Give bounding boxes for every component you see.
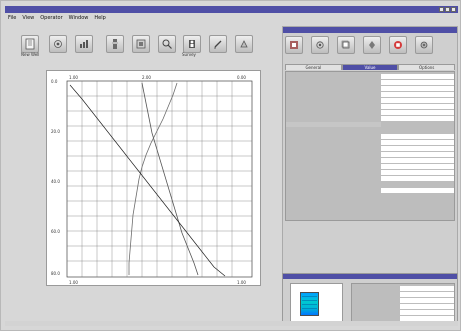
- window-controls: [439, 7, 456, 12]
- prop-row-4: [286, 98, 454, 103]
- tool-icon: [112, 39, 118, 49]
- y-label-4: 80.0: [51, 271, 60, 276]
- tool-button[interactable]: [106, 35, 124, 53]
- bottom-right-axis-label: 1.00: [237, 280, 246, 285]
- prop-row-8: [286, 122, 454, 127]
- preview-lines: [302, 296, 317, 312]
- settings-icon: [316, 41, 324, 49]
- preview-area: [290, 283, 343, 322]
- y-label-3: 60.0: [51, 229, 60, 234]
- menu-bar: File View Operator Window Help: [5, 14, 458, 22]
- prop-row-0: [286, 74, 454, 79]
- survey-label: Survey: [182, 52, 196, 57]
- pin-icon: [369, 41, 375, 49]
- gear-button[interactable]: [415, 36, 433, 54]
- preview-row-4: [352, 310, 454, 315]
- prop-row-9: [286, 134, 454, 139]
- zoom-icon: [136, 39, 146, 49]
- prop-row-17: [286, 188, 454, 193]
- gear-icon: [420, 41, 428, 49]
- magnify-icon: [162, 39, 172, 49]
- chart-icon: [80, 40, 88, 48]
- minimize-button[interactable]: [439, 7, 444, 12]
- copy-button[interactable]: [337, 36, 355, 54]
- settings-button[interactable]: [311, 36, 329, 54]
- survey-icon: [189, 40, 195, 48]
- menu-operator[interactable]: Operator: [40, 15, 62, 21]
- magnify-button[interactable]: [158, 35, 176, 53]
- preview-titlebar: [283, 274, 457, 279]
- properties-button[interactable]: [285, 36, 303, 54]
- prop-row-3: [286, 92, 454, 97]
- new-well-label: New Well: [21, 52, 40, 57]
- prop-row-15: [286, 170, 454, 175]
- chart-button[interactable]: [75, 35, 93, 53]
- menu-file[interactable]: File: [8, 15, 16, 21]
- maximize-button[interactable]: [445, 7, 450, 12]
- prop-row-12: [286, 152, 454, 157]
- tab-options[interactable]: Options: [398, 64, 456, 70]
- survey-button[interactable]: [183, 35, 201, 53]
- tab-general[interactable]: General: [285, 64, 342, 70]
- preview-row-1: [352, 292, 454, 297]
- prop-row-6: [286, 110, 454, 115]
- preview-properties-grid: [351, 283, 455, 325]
- y-label-1: 20.0: [51, 129, 60, 134]
- stop-icon: [394, 41, 402, 49]
- new-well-icon: [25, 38, 35, 50]
- edit-icon: [214, 40, 222, 49]
- prop-row-5: [286, 104, 454, 109]
- prop-row-16: [286, 176, 454, 181]
- properties-tabs: General Value Options: [285, 64, 456, 70]
- preview-row-2: [352, 298, 454, 303]
- marker-icon: [240, 40, 248, 48]
- close-button[interactable]: [451, 7, 456, 12]
- status-bar: [5, 321, 458, 326]
- copy-icon: [341, 40, 350, 49]
- prop-row-13: [286, 158, 454, 163]
- y-label-2: 40.0: [51, 179, 60, 184]
- properties-titlebar: [283, 27, 457, 33]
- menu-view[interactable]: View: [22, 15, 34, 21]
- stop-button[interactable]: [389, 36, 407, 54]
- application-window: File View Operator Window Help New Well: [0, 0, 461, 331]
- main-toolbar: New Well Survey: [21, 34, 271, 58]
- edit-button[interactable]: [209, 35, 227, 53]
- top-mid-axis-label: 2.00: [142, 75, 151, 80]
- top-left-axis-label: 1.00: [69, 75, 78, 80]
- window-titlebar: [5, 6, 458, 13]
- bottom-left-axis-label: 1.00: [69, 280, 78, 285]
- marker-button[interactable]: [235, 35, 253, 53]
- top-right-axis-label: 0.00: [237, 75, 246, 80]
- open-button[interactable]: [49, 35, 67, 53]
- open-icon: [54, 40, 62, 48]
- properties-grid: [285, 71, 455, 221]
- properties-toolbar: [285, 36, 455, 60]
- prop-row-14: [286, 164, 454, 169]
- prop-row-7: [286, 116, 454, 121]
- tab-value[interactable]: Value: [341, 64, 399, 70]
- properties-icon: [290, 41, 298, 49]
- prop-row-10: [286, 140, 454, 145]
- menu-help[interactable]: Help: [94, 15, 105, 21]
- prop-row-2: [286, 86, 454, 91]
- prop-row-1: [286, 80, 454, 85]
- preview-row-0: [352, 286, 454, 291]
- preview-panel: [282, 273, 458, 326]
- pin-button[interactable]: [363, 36, 381, 54]
- zoom-button[interactable]: [132, 35, 150, 53]
- preview-row-3: [352, 304, 454, 309]
- log-chart-panel: 1.00 2.00 0.00 1.00 1.00 0.0 20.0 40.0 6…: [46, 70, 261, 286]
- menu-window[interactable]: Window: [69, 15, 89, 21]
- log-chart: 1.00 2.00 0.00 1.00 1.00 0.0 20.0 40.0 6…: [51, 75, 253, 285]
- y-label-0: 0.0: [51, 79, 58, 84]
- prop-row-11: [286, 146, 454, 151]
- new-well-button[interactable]: [21, 35, 39, 53]
